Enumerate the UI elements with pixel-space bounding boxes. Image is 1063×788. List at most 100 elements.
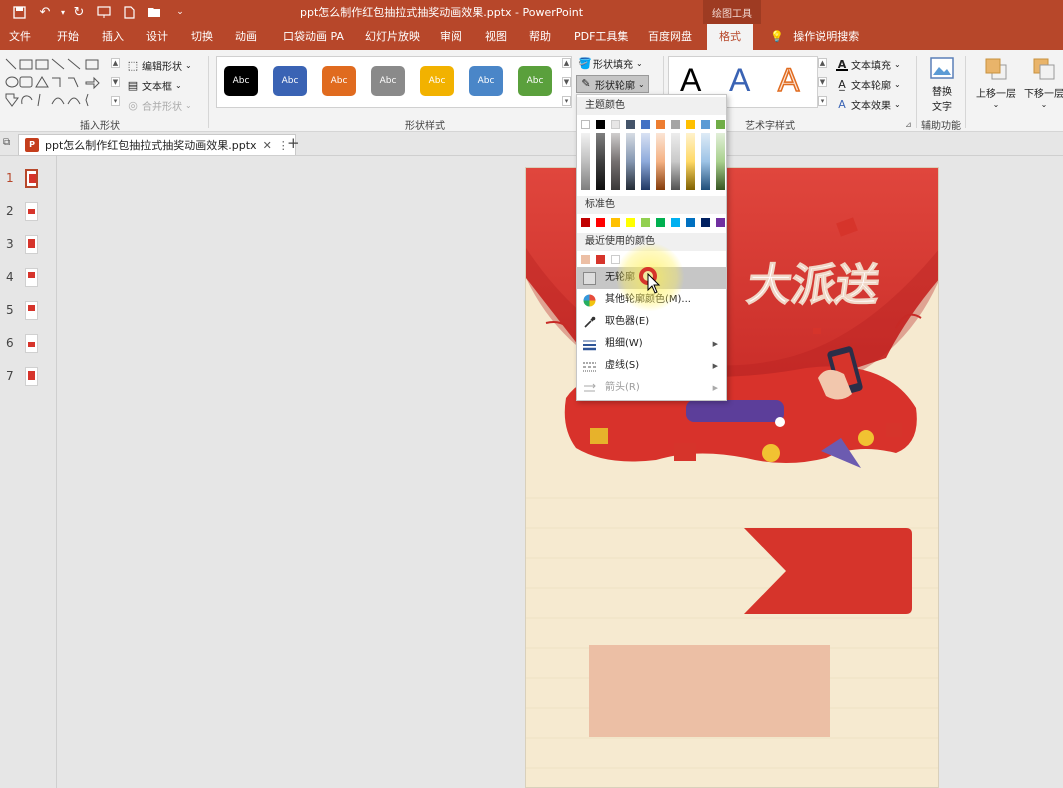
wordart-more[interactable]: ▾ — [818, 96, 827, 106]
ribbon: ▲ ▼ ▾ ⬚ 编辑形状 ⌄ ▤ 文本框 ⌄ ◎ 合并形状 ⌄ 插入形状 Abc… — [0, 50, 1063, 132]
color-swatch[interactable] — [656, 120, 665, 129]
color-swatch[interactable] — [596, 120, 605, 129]
close-icon[interactable]: ✕ — [263, 139, 272, 152]
shade-column[interactable] — [701, 133, 710, 190]
tab-pdf-tools[interactable]: PDF工具集 — [574, 24, 628, 50]
tab-review[interactable]: 审阅 — [440, 24, 462, 50]
dialog-launcher-icon[interactable]: ⊿ — [905, 120, 912, 129]
wordart-scroll-up[interactable]: ▲ — [818, 58, 827, 68]
wordart-style-orange-outline[interactable]: A — [777, 61, 800, 99]
tab-insert[interactable]: 插入 — [102, 24, 124, 50]
text-outline-button[interactable]: A̲ 文本轮廓 ⌄ — [836, 77, 900, 92]
weight-item[interactable]: 粗细(W) ▶ — [577, 333, 726, 355]
styles-scroll-up[interactable]: ▲ — [562, 58, 571, 68]
shape-style-blue[interactable]: Abc — [273, 66, 307, 96]
wordart-styles-group-label: 艺术字样式 — [745, 121, 795, 132]
tab-pocket-animation[interactable]: 口袋动画 PA — [283, 24, 344, 50]
color-swatch[interactable] — [701, 218, 710, 227]
tab-transitions[interactable]: 切换 — [191, 24, 213, 50]
color-swatch[interactable] — [611, 120, 620, 129]
shape-fill-button[interactable]: 🪣 形状填充 ⌄ — [578, 56, 643, 71]
color-swatch[interactable] — [671, 218, 680, 227]
color-swatch[interactable] — [641, 120, 650, 129]
shapes-scroll-up[interactable]: ▲ — [111, 58, 120, 68]
text-fill-button[interactable]: A 文本填充 ⌄ — [836, 57, 901, 72]
color-swatch[interactable] — [716, 120, 725, 129]
bring-forward-button[interactable]: 上移一层 ⌄ — [974, 56, 1018, 109]
color-swatch[interactable] — [656, 218, 665, 227]
wordart-style-blue[interactable]: A — [729, 62, 750, 99]
wordart-scroll-down[interactable]: ▼ — [818, 77, 827, 87]
shape-outline-button[interactable]: ✎ 形状轮廓 ⌄ — [576, 75, 649, 93]
tab-format[interactable]: 格式 — [707, 24, 753, 50]
color-swatch[interactable] — [686, 120, 695, 129]
color-swatch[interactable] — [686, 218, 695, 227]
color-swatch[interactable] — [671, 120, 680, 129]
shape-style-orange[interactable]: Abc — [322, 66, 356, 96]
shape-style-light-blue[interactable]: Abc — [469, 66, 503, 96]
send-backward-button[interactable]: 下移一层 ⌄ — [1022, 56, 1063, 109]
shade-column[interactable] — [686, 133, 695, 190]
new-tab-plus-icon[interactable]: + — [287, 134, 300, 152]
shade-column[interactable] — [641, 133, 650, 190]
shade-column[interactable] — [626, 133, 635, 190]
tab-help[interactable]: 帮助 — [529, 24, 551, 50]
color-swatch[interactable] — [581, 255, 590, 264]
color-swatch[interactable] — [716, 218, 725, 227]
shapes-gallery[interactable] — [4, 56, 120, 112]
edit-shape-button[interactable]: ⬚ 编辑形状 ⌄ — [127, 58, 192, 73]
shape-style-green[interactable]: Abc — [518, 66, 552, 96]
tell-me-label: 操作说明搜索 — [793, 30, 860, 43]
shade-column[interactable] — [716, 133, 725, 190]
shape-style-gold[interactable]: Abc — [420, 66, 454, 96]
arrows-item[interactable]: 箭头(R) ▶ — [577, 377, 726, 399]
undo-icon[interactable]: ↶ — [36, 3, 54, 21]
slide-number: 1 — [6, 171, 14, 185]
shape-style-gray[interactable]: Abc — [371, 66, 405, 96]
shade-column[interactable] — [611, 133, 620, 190]
shade-column[interactable] — [671, 133, 680, 190]
color-swatch[interactable] — [701, 120, 710, 129]
tell-me-search[interactable]: 💡 操作说明搜索 — [770, 24, 859, 50]
tab-view[interactable]: 视图 — [485, 24, 507, 50]
tab-animations[interactable]: 动画 — [235, 24, 257, 50]
eyedropper-item[interactable]: 取色器(E) — [577, 311, 726, 333]
eyedropper-label: 取色器(E) — [605, 316, 650, 327]
color-swatch[interactable] — [626, 218, 635, 227]
color-swatch[interactable] — [596, 255, 605, 264]
text-box-button[interactable]: ▤ 文本框 ⌄ — [127, 78, 182, 93]
present-from-start-icon[interactable] — [95, 3, 113, 21]
tab-baidu-netdisk[interactable]: 百度网盘 — [648, 24, 692, 50]
color-swatch[interactable] — [596, 218, 605, 227]
save-icon[interactable] — [10, 3, 28, 21]
color-swatch[interactable] — [581, 120, 590, 129]
new-file-icon[interactable] — [120, 3, 138, 21]
merge-shapes-button[interactable]: ◎ 合并形状 ⌄ — [127, 98, 192, 113]
color-swatch[interactable] — [641, 218, 650, 227]
tab-file[interactable]: 文件 — [9, 24, 31, 50]
tab-list-icon[interactable]: ⧉ — [3, 137, 10, 148]
shapes-more[interactable]: ▾ — [111, 96, 120, 106]
shape-style-black[interactable]: Abc — [224, 66, 258, 96]
styles-scroll-down[interactable]: ▼ — [562, 77, 571, 87]
text-effects-button[interactable]: A 文本效果 ⌄ — [836, 97, 900, 112]
standard-colors-heading: 标准色 — [577, 196, 726, 214]
styles-more[interactable]: ▾ — [562, 96, 571, 106]
tab-home[interactable]: 开始 — [57, 24, 79, 50]
open-folder-icon[interactable] — [145, 3, 163, 21]
color-swatch[interactable] — [626, 120, 635, 129]
dashes-item[interactable]: 虚线(S) ▶ — [577, 355, 726, 377]
document-tab[interactable]: P ppt怎么制作红包抽拉式抽奖动画效果.pptx ✕ ⋮ — [18, 134, 296, 155]
customize-qat-icon[interactable]: ⌄ — [171, 3, 189, 21]
tab-slideshow[interactable]: 幻灯片放映 — [365, 24, 420, 50]
tab-design[interactable]: 设计 — [146, 24, 168, 50]
shade-column[interactable] — [656, 133, 665, 190]
shade-column[interactable] — [581, 133, 590, 190]
alt-text-button[interactable]: 替换 文字 — [926, 56, 958, 113]
color-swatch[interactable] — [581, 218, 590, 227]
redo-icon[interactable]: ↻ — [70, 3, 88, 21]
bring-forward-icon — [985, 58, 1007, 80]
shade-column[interactable] — [596, 133, 605, 190]
color-swatch[interactable] — [611, 218, 620, 227]
shapes-scroll-down[interactable]: ▼ — [111, 77, 120, 87]
